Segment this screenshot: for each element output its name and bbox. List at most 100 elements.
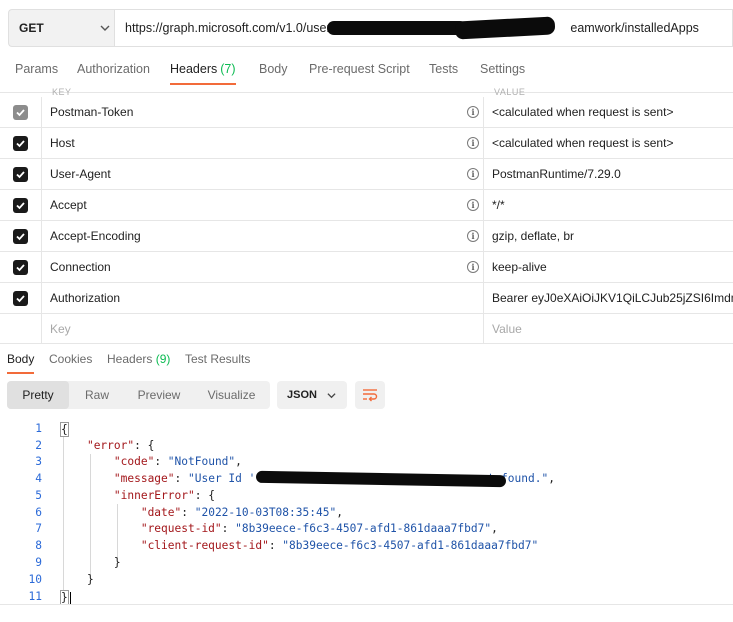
response-body-editor[interactable]: 1 2 3 4 5 6 7 8 9 10 11 { "error": { "co… <box>0 420 733 610</box>
line-number: 11 <box>28 590 42 603</box>
text-cursor <box>69 591 71 605</box>
header-key-cell[interactable]: Accept i <box>42 190 484 220</box>
check-icon <box>16 139 25 147</box>
header-row: User-Agent i PostmanRuntime/7.29.0 <box>0 159 733 190</box>
new-header-value-input[interactable]: Value <box>484 314 733 343</box>
header-enabled-checkbox[interactable] <box>13 228 28 244</box>
header-value-cell[interactable]: <calculated when request is sent> <box>484 128 733 158</box>
code-line: } <box>113 556 121 569</box>
header-key-cell[interactable]: Accept-Encoding i <box>42 221 484 251</box>
line-number: 2 <box>35 439 42 452</box>
code-line: "error": { <box>86 439 155 452</box>
header-enabled-checkbox[interactable] <box>13 104 28 120</box>
view-raw-button[interactable]: Raw <box>69 381 125 409</box>
matched-brace: { <box>60 422 69 437</box>
header-value-cell[interactable]: <calculated when request is sent> <box>484 97 733 127</box>
request-url-bar: GET https://graph.microsoft.com/v1.0/use… <box>8 9 733 47</box>
line-number: 3 <box>35 455 42 468</box>
chevron-down-icon <box>100 25 110 31</box>
response-tab-headers[interactable]: Headers (9) <box>107 350 170 374</box>
new-header-row: Key Value <box>0 314 733 344</box>
format-label: JSON <box>287 389 317 401</box>
tab-params[interactable]: Params <box>15 56 58 86</box>
header-row: Authorization Bearer eyJ0eXAiOiJKV1QiLCJ… <box>0 283 733 314</box>
check-icon <box>16 294 25 302</box>
divider <box>0 604 733 605</box>
info-icon[interactable]: i <box>467 261 479 273</box>
header-enabled-checkbox[interactable] <box>13 166 28 182</box>
tab-pre-request-script[interactable]: Pre-request Script <box>309 56 410 86</box>
response-headers-count: (9) <box>155 352 171 366</box>
format-select[interactable]: JSON <box>277 381 347 409</box>
header-value-cell[interactable]: keep-alive <box>484 252 733 282</box>
line-number: 10 <box>28 573 42 586</box>
wrap-lines-button[interactable] <box>355 381 385 409</box>
check-icon <box>16 170 25 178</box>
line-number: 5 <box>35 489 42 502</box>
view-visualize-button[interactable]: Visualize <box>193 381 270 409</box>
code-line: "innerError": { <box>113 489 215 502</box>
headers-table: KEY VALUE Postman-Token i <calculated whe… <box>0 87 733 344</box>
code-line: } <box>60 590 71 605</box>
header-value-cell[interactable]: PostmanRuntime/7.29.0 <box>484 159 733 189</box>
check-icon <box>16 108 25 116</box>
header-enabled-checkbox[interactable] <box>13 259 28 275</box>
tab-body[interactable]: Body <box>259 56 288 86</box>
tab-headers[interactable]: Headers (7) <box>170 56 236 86</box>
response-tab-body[interactable]: Body <box>7 350 35 374</box>
header-row: Accept i */* <box>0 190 733 221</box>
header-enabled-checkbox[interactable] <box>13 135 28 151</box>
header-row: Connection i keep-alive <box>0 252 733 283</box>
info-icon[interactable]: i <box>467 230 479 242</box>
matched-brace: } <box>60 590 69 605</box>
line-number: 1 <box>35 422 42 435</box>
code-line: "request-id": "8b39eece-f6c3-4507-afd1-8… <box>140 522 498 535</box>
response-tab-cookies[interactable]: Cookies <box>49 350 92 374</box>
header-value-cell[interactable]: gzip, deflate, br <box>484 221 733 251</box>
info-icon[interactable]: i <box>467 168 479 180</box>
code-line: "client-request-id": "8b39eece-f6c3-4507… <box>140 539 539 552</box>
method-select[interactable]: GET <box>8 9 114 47</box>
view-preview-button[interactable]: Preview <box>125 381 193 409</box>
info-icon[interactable]: i <box>467 137 479 149</box>
header-key-cell[interactable]: Host i <box>42 128 484 158</box>
header-key-cell[interactable]: User-Agent i <box>42 159 484 189</box>
line-number: 6 <box>35 506 42 519</box>
line-number: 9 <box>35 556 42 569</box>
code-line: "code": "NotFound", <box>113 455 242 468</box>
view-pretty-button[interactable]: Pretty <box>7 381 69 409</box>
header-value-cell[interactable]: */* <box>484 190 733 220</box>
tab-authorization[interactable]: Authorization <box>77 56 150 86</box>
header-key-cell[interactable]: Connection i <box>42 252 484 282</box>
line-number: 8 <box>35 539 42 552</box>
column-header-key: KEY <box>52 87 72 97</box>
redaction-mark <box>327 21 467 35</box>
header-key-cell[interactable]: Authorization <box>42 283 484 313</box>
line-number: 4 <box>35 472 42 485</box>
tab-tests[interactable]: Tests <box>429 56 458 86</box>
check-icon <box>16 263 25 271</box>
line-number: 7 <box>35 522 42 535</box>
new-header-key-input[interactable]: Key <box>42 314 484 343</box>
redaction-mark <box>454 16 556 40</box>
header-value-cell[interactable]: Bearer eyJ0eXAiOiJKV1QiLCJub25jZSI6Imdma <box>484 283 733 313</box>
header-row: Accept-Encoding i gzip, deflate, br <box>0 221 733 252</box>
view-mode-selector: Pretty Raw Preview Visualize <box>7 381 270 409</box>
headers-count: (7) <box>220 62 236 76</box>
header-enabled-checkbox[interactable] <box>13 290 28 306</box>
info-icon[interactable]: i <box>467 199 479 211</box>
check-icon <box>16 232 25 240</box>
method-label: GET <box>19 21 44 35</box>
code-line: } <box>86 573 94 586</box>
url-suffix: eamwork/installedApps <box>570 21 699 35</box>
header-key-cell[interactable]: Postman-Token i <box>42 97 484 127</box>
response-tab-test-results[interactable]: Test Results <box>185 350 250 374</box>
info-icon[interactable]: i <box>467 106 479 118</box>
column-header-value: VALUE <box>494 87 526 97</box>
response-tabs: Body Cookies Headers (9) Test Results <box>0 350 733 374</box>
code-line: { <box>60 422 69 437</box>
header-enabled-checkbox[interactable] <box>13 197 28 213</box>
tab-settings[interactable]: Settings <box>480 56 525 86</box>
url-input[interactable]: https://graph.microsoft.com/v1.0/users/ … <box>114 9 733 47</box>
chevron-down-icon <box>327 393 336 399</box>
